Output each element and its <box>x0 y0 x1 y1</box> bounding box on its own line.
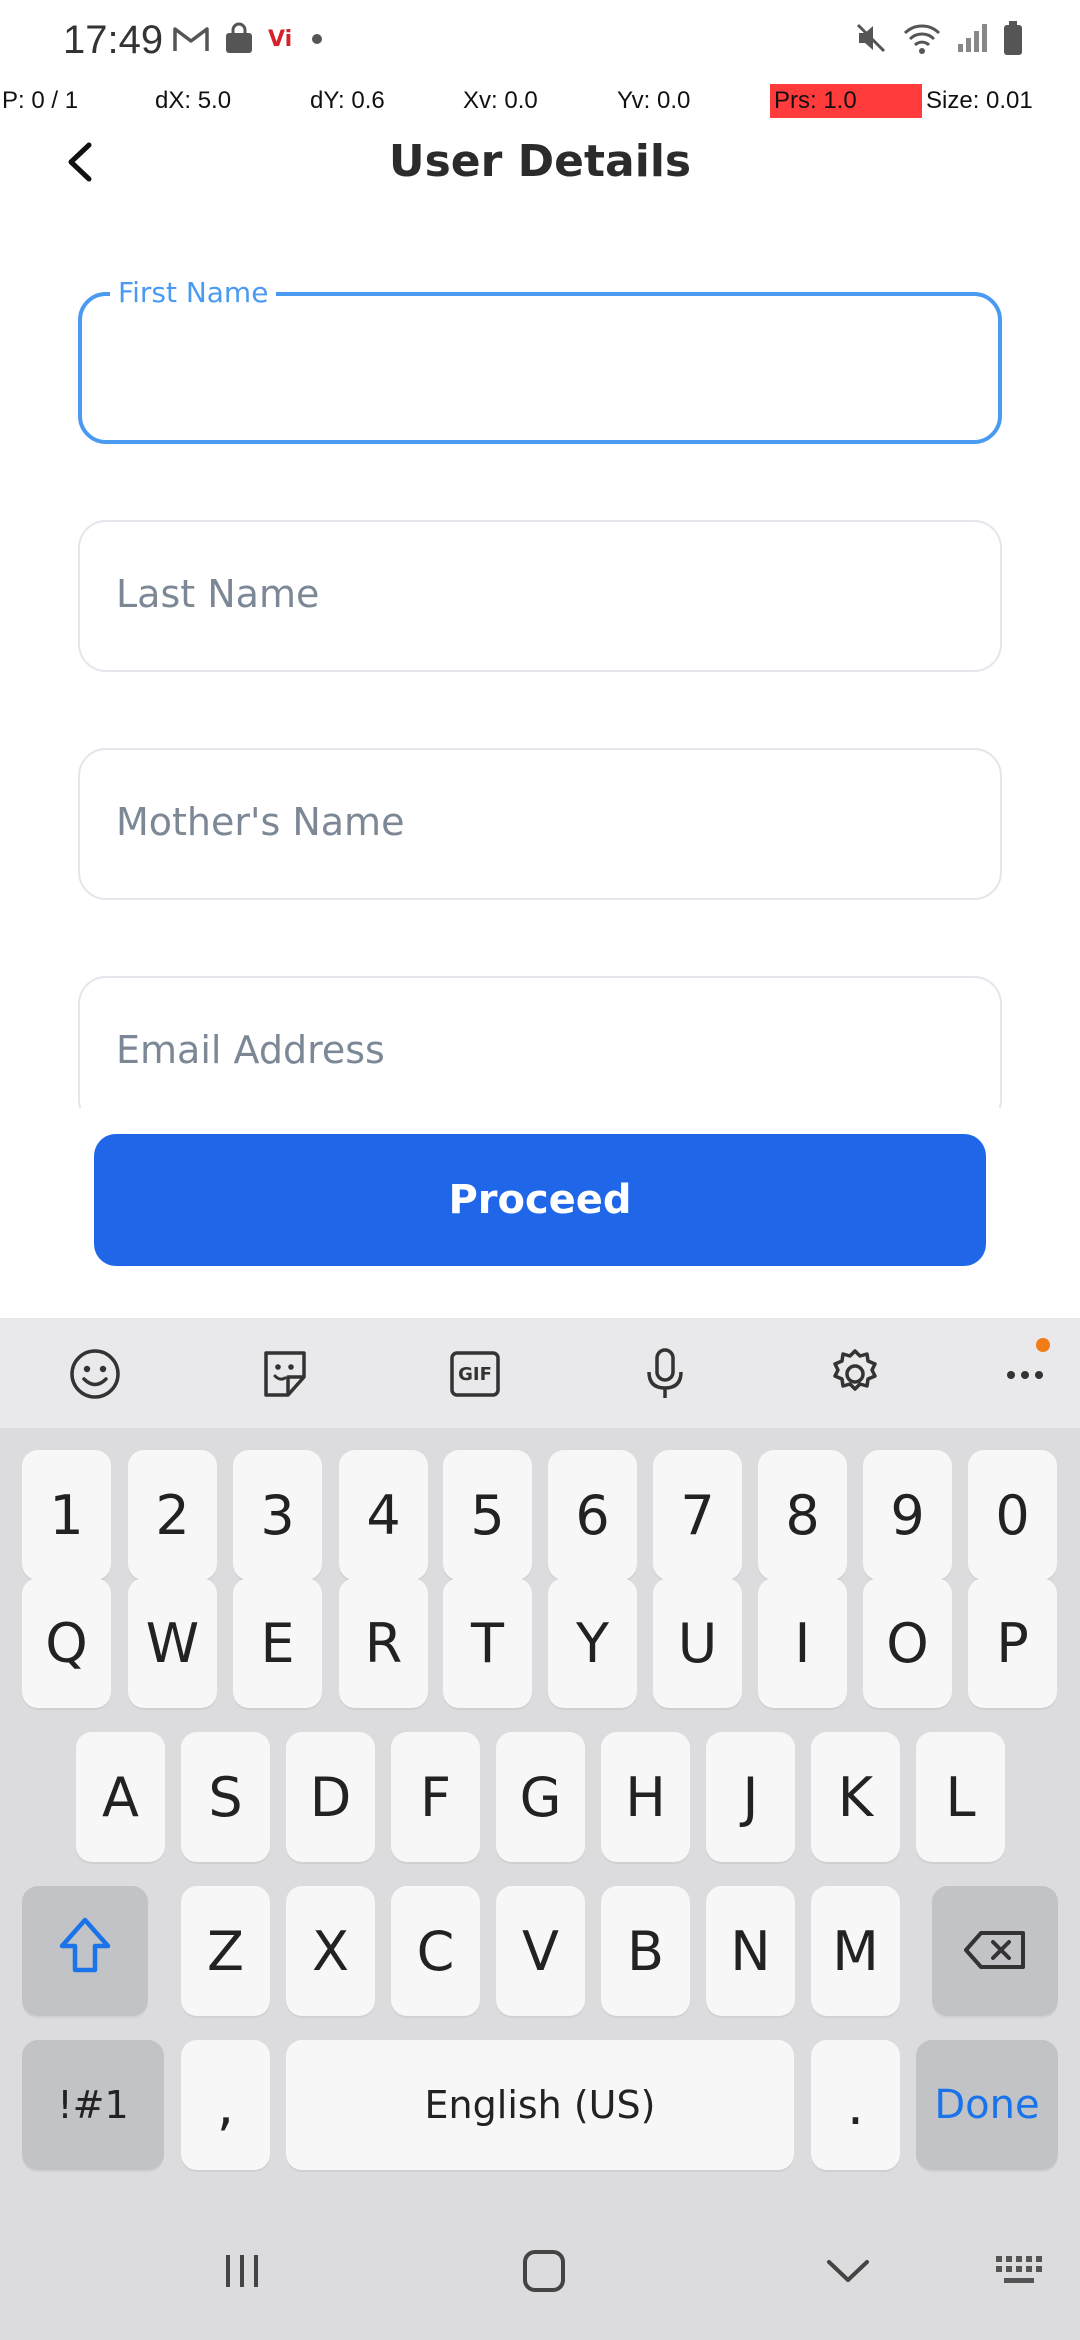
dot-icon <box>312 34 323 44</box>
key-2[interactable]: 2 <box>128 1450 217 1580</box>
mothers-name-placeholder: Mother's Name <box>116 800 405 844</box>
signal-icon <box>956 22 988 54</box>
backspace-icon <box>963 1920 1027 1983</box>
key-4[interactable]: 4 <box>339 1450 428 1580</box>
key-u[interactable]: U <box>653 1578 742 1708</box>
overlay-pressure: Prs: 1.0 <box>770 84 922 118</box>
symbols-key[interactable]: !#1 <box>22 2040 164 2170</box>
page-title: User Details <box>388 136 692 187</box>
first-name-input[interactable] <box>82 296 998 440</box>
gmail-icon <box>172 24 210 54</box>
key-5[interactable]: 5 <box>443 1450 532 1580</box>
overlay-xv: Xv: 0.0 <box>463 87 538 114</box>
key-r[interactable]: R <box>339 1578 428 1708</box>
keyboard-switch-icon <box>994 2254 1046 2293</box>
battery-icon <box>1002 20 1024 56</box>
key-o[interactable]: O <box>863 1578 952 1708</box>
comma-key[interactable]: , <box>181 2040 270 2170</box>
wifi-icon <box>902 21 942 55</box>
first-name-field[interactable]: First Name <box>78 276 1002 444</box>
key-l[interactable]: L <box>916 1732 1005 1862</box>
shift-key[interactable] <box>22 1886 148 2016</box>
form-scroll-area[interactable]: First Name Last Name Mother's Name Email… <box>0 230 1080 1108</box>
more-icon[interactable] <box>1000 1338 1056 1402</box>
shift-arrow-icon <box>57 1916 113 1987</box>
key-7[interactable]: 7 <box>653 1450 742 1580</box>
key-p[interactable]: P <box>968 1578 1057 1708</box>
shopping-bag-icon <box>222 22 256 56</box>
last-name-placeholder: Last Name <box>116 572 320 616</box>
sticker-icon[interactable] <box>257 1346 313 1402</box>
emoji-icon[interactable] <box>67 1346 123 1402</box>
status-right-icons <box>854 20 1024 56</box>
key-d[interactable]: D <box>286 1732 375 1862</box>
key-i[interactable]: I <box>758 1578 847 1708</box>
proceed-button[interactable]: Proceed <box>94 1134 986 1266</box>
overlay-yv: Yv: 0.0 <box>617 87 691 114</box>
key-b[interactable]: B <box>601 1886 690 2016</box>
key-v[interactable]: V <box>496 1886 585 2016</box>
email-address-field[interactable]: Email Address <box>78 976 1002 1108</box>
key-q[interactable]: Q <box>22 1578 111 1708</box>
key-8[interactable]: 8 <box>758 1450 847 1580</box>
overlay-pointer-count: P: 0 / 1 <box>2 87 79 114</box>
key-t[interactable]: T <box>443 1578 532 1708</box>
key-y[interactable]: Y <box>548 1578 637 1708</box>
space-key[interactable]: English (US) <box>286 2040 794 2170</box>
status-time: 17:49 <box>63 18 164 62</box>
key-w[interactable]: W <box>128 1578 217 1708</box>
recents-button[interactable] <box>212 2250 272 2296</box>
key-n[interactable]: N <box>706 1886 795 2016</box>
done-key[interactable]: Done <box>916 2040 1058 2170</box>
key-k[interactable]: K <box>811 1732 900 1862</box>
back-chevron-icon <box>825 2256 871 2291</box>
recents-icon <box>220 2251 264 2296</box>
app-header: User Details <box>0 120 1080 204</box>
key-h[interactable]: H <box>601 1732 690 1862</box>
last-name-field[interactable]: Last Name <box>78 520 1002 672</box>
overlay-dy: dY: 0.6 <box>310 87 385 114</box>
key-c[interactable]: C <box>391 1886 480 2016</box>
period-key[interactable]: . <box>811 2040 900 2170</box>
system-nav-bar <box>0 2200 1080 2340</box>
microphone-icon[interactable] <box>637 1346 693 1402</box>
notification-dot <box>1036 1338 1050 1352</box>
backspace-key[interactable] <box>932 1886 1058 2016</box>
key-0[interactable]: 0 <box>968 1450 1057 1580</box>
key-6[interactable]: 6 <box>548 1450 637 1580</box>
vi-carrier-icon: Vi <box>268 26 293 52</box>
home-button[interactable] <box>514 2248 574 2299</box>
keyboard-switch-button[interactable] <box>990 2250 1050 2296</box>
mute-icon <box>854 21 888 55</box>
key-9[interactable]: 9 <box>863 1450 952 1580</box>
key-e[interactable]: E <box>233 1578 322 1708</box>
settings-icon[interactable] <box>827 1346 883 1402</box>
status-left-icons: Vi <box>172 22 323 56</box>
key-j[interactable]: J <box>706 1732 795 1862</box>
key-3[interactable]: 3 <box>233 1450 322 1580</box>
pointer-location-overlay: P: 0 / 1 dX: 5.0 dY: 0.6 Xv: 0.0 Yv: 0.0… <box>0 84 1080 118</box>
key-s[interactable]: S <box>181 1732 270 1862</box>
email-address-placeholder: Email Address <box>116 1028 385 1072</box>
keyboard-toolbar: GIF <box>0 1318 1080 1428</box>
home-icon <box>521 2248 567 2299</box>
mothers-name-field[interactable]: Mother's Name <box>78 748 1002 900</box>
soft-keyboard: GIF 1 2 3 4 5 6 7 8 9 0 Q W E R T Y U I … <box>0 1318 1080 2340</box>
key-m[interactable]: M <box>811 1886 900 2016</box>
key-a[interactable]: A <box>76 1732 165 1862</box>
overlay-size: Size: 0.01 <box>926 87 1033 114</box>
key-f[interactable]: F <box>391 1732 480 1862</box>
key-x[interactable]: X <box>286 1886 375 2016</box>
key-1[interactable]: 1 <box>22 1450 111 1580</box>
back-nav-button[interactable] <box>818 2250 878 2296</box>
key-g[interactable]: G <box>496 1732 585 1862</box>
overlay-dx: dX: 5.0 <box>155 87 232 114</box>
status-bar: 17:49 Vi <box>0 0 1080 84</box>
gif-label: GIF <box>458 1363 492 1385</box>
key-z[interactable]: Z <box>181 1886 270 2016</box>
gif-icon[interactable]: GIF <box>447 1346 503 1402</box>
